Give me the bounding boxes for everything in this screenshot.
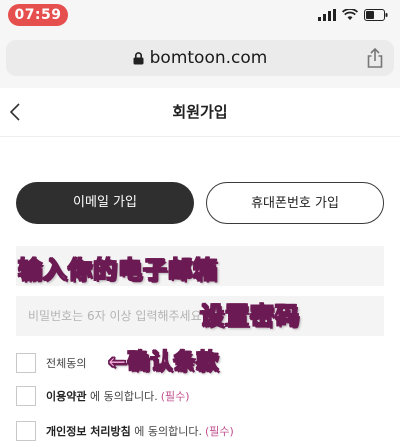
page-header: 회원가입 bbox=[0, 88, 400, 137]
url-text: bomtoon.com bbox=[149, 48, 268, 68]
agree-terms-label: 이용약관 에 동의합니다. (필수) bbox=[46, 388, 190, 404]
agree-terms-row[interactable]: 이용약관 에 동의합니다. (필수) bbox=[16, 385, 384, 407]
agree-privacy-label: 개인정보 처리방침 에 동의합니다. (필수) bbox=[46, 423, 234, 439]
terms-label-text: 에 동의합니다. bbox=[86, 390, 158, 403]
agree-all-checkbox[interactable] bbox=[16, 353, 36, 373]
signal-icon bbox=[318, 9, 336, 21]
agree-privacy-checkbox[interactable] bbox=[16, 421, 36, 441]
email-signup-tab[interactable]: 이메일 가입 bbox=[16, 182, 194, 224]
annotation-set-password: 设置密码 bbox=[199, 301, 300, 330]
terms-link[interactable]: 이용약관 bbox=[46, 390, 86, 403]
address-content: bomtoon.com bbox=[6, 40, 394, 76]
privacy-label-text: 에 동의합니다. bbox=[130, 425, 203, 438]
agree-all-label: 전체동의 bbox=[46, 357, 87, 370]
status-icons bbox=[318, 6, 388, 24]
annotation-confirm-terms: ←确认条款 bbox=[107, 349, 220, 375]
required-badge: (필수) bbox=[160, 390, 190, 403]
agree-terms-checkbox[interactable] bbox=[16, 386, 36, 406]
wifi-icon bbox=[342, 9, 358, 20]
status-bar: 07:59 bbox=[0, 0, 400, 30]
share-icon[interactable] bbox=[364, 47, 386, 69]
address-bar[interactable]: bomtoon.com bbox=[6, 40, 394, 76]
privacy-link[interactable]: 개인정보 처리방침 bbox=[46, 425, 131, 438]
browser-bar: bomtoon.com bbox=[0, 30, 400, 88]
lock-icon bbox=[133, 51, 144, 64]
annotation-enter-email: 输入你的电子邮箱 bbox=[17, 255, 218, 284]
battery-icon bbox=[364, 9, 388, 21]
required-badge: (필수) bbox=[205, 425, 234, 438]
phone-signup-tab[interactable]: 휴대폰번호 가입 bbox=[206, 182, 384, 224]
agree-privacy-row[interactable]: 개인정보 처리방침 에 동의합니다. (필수) bbox=[16, 420, 384, 442]
chevron-left-icon[interactable] bbox=[6, 98, 26, 126]
status-time: 07:59 bbox=[8, 4, 68, 26]
page-title: 회원가입 bbox=[172, 103, 228, 121]
